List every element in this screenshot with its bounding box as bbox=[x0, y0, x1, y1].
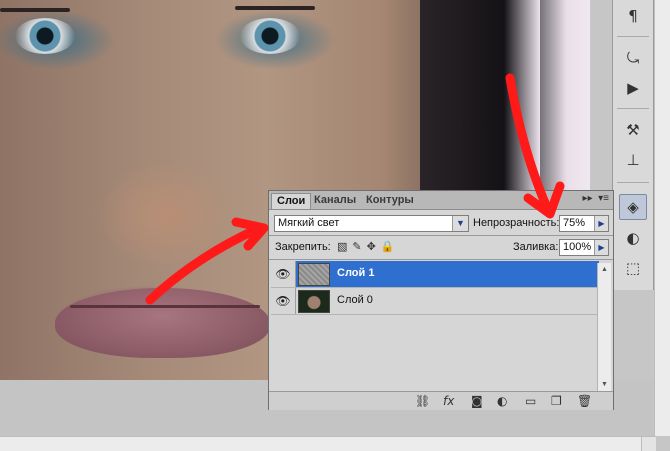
blend-mode-value: Мягкий свет bbox=[278, 217, 340, 229]
scroll-down-arrow[interactable]: ▼ bbox=[598, 378, 611, 391]
trash-icon[interactable]: 🗑 bbox=[577, 394, 592, 408]
layers-scrollbar[interactable]: ▲ ▼ bbox=[597, 263, 611, 391]
layers-panel: Слои Каналы Контуры ▸▸ ▾≡ Мягкий свет ▼ … bbox=[268, 190, 614, 410]
paths-icon[interactable]: ⬚ bbox=[619, 256, 647, 280]
opacity-label: Непрозрачность: bbox=[473, 217, 560, 229]
layer-row[interactable]: 👁 Слой 0 bbox=[271, 288, 599, 315]
lock-transparency-icon[interactable]: ▧ bbox=[337, 240, 347, 253]
history-icon[interactable]: ⤿ bbox=[619, 46, 647, 70]
vertical-scrollbar[interactable] bbox=[654, 0, 670, 436]
lips bbox=[55, 288, 270, 358]
lips-line bbox=[70, 305, 260, 308]
tab-channels[interactable]: Каналы bbox=[309, 193, 361, 209]
panel-menu-icon[interactable]: ▸▸ ▾≡ bbox=[583, 193, 609, 204]
link-icon[interactable]: ⛓ bbox=[415, 394, 430, 408]
opacity-slider-arrow[interactable]: ▶ bbox=[594, 216, 608, 231]
divider bbox=[269, 235, 613, 236]
layer-name: Слой 0 bbox=[337, 294, 373, 306]
channels-icon[interactable]: ◐ bbox=[619, 226, 647, 250]
dock-separator bbox=[617, 182, 649, 183]
fill-label: Заливка: bbox=[513, 241, 559, 253]
actions-icon[interactable]: ▶ bbox=[619, 76, 647, 100]
fill-slider-arrow[interactable]: ▶ bbox=[594, 240, 608, 255]
paragraph-icon[interactable]: ¶ bbox=[619, 4, 647, 28]
eyebrow-left bbox=[0, 8, 70, 12]
tool-presets-icon[interactable]: ⚒ bbox=[619, 118, 647, 142]
hair-region bbox=[420, 0, 540, 200]
layers-icon[interactable]: ◈ bbox=[619, 194, 647, 220]
opacity-field[interactable]: 75% ▶ bbox=[559, 215, 609, 232]
clone-source-icon[interactable]: ⊥ bbox=[619, 148, 647, 172]
layer-thumbnail bbox=[298, 263, 330, 286]
opacity-value: 75% bbox=[563, 217, 586, 229]
lock-all-icon[interactable]: 🔒 bbox=[381, 240, 395, 253]
horizontal-scrollbar[interactable] bbox=[0, 436, 656, 451]
mask-icon[interactable]: ◙ bbox=[471, 394, 483, 408]
eyebrow-right bbox=[235, 6, 315, 10]
layer-thumbnail bbox=[298, 290, 330, 313]
lock-pixels-icon[interactable]: ✎ bbox=[352, 240, 361, 253]
divider bbox=[269, 259, 613, 260]
panel-footer: ⛓ fx ◙ ◐ ▭ ❐ 🗑 bbox=[269, 391, 613, 410]
adjustment-icon[interactable]: ◐ bbox=[497, 394, 507, 408]
lock-options: ▧ ✎ ✥ 🔒 bbox=[337, 240, 395, 253]
dock-separator bbox=[617, 36, 649, 37]
scroll-right-arrow[interactable] bbox=[641, 437, 656, 451]
chevron-down-icon[interactable]: ▼ bbox=[452, 216, 468, 231]
tab-paths[interactable]: Контуры bbox=[361, 193, 419, 209]
blend-mode-select[interactable]: Мягкий свет ▼ bbox=[274, 215, 469, 232]
tab-layers[interactable]: Слои bbox=[271, 193, 312, 209]
eye-right bbox=[240, 18, 300, 54]
fx-icon[interactable]: fx bbox=[443, 394, 454, 408]
lock-label: Закрепить: bbox=[275, 241, 331, 253]
layer-name: Слой 1 bbox=[337, 267, 375, 279]
dock-separator bbox=[617, 108, 649, 109]
eye-icon[interactable]: 👁 bbox=[271, 288, 296, 314]
folder-icon[interactable]: ▭ bbox=[525, 394, 536, 408]
lock-position-icon[interactable]: ✥ bbox=[367, 240, 376, 253]
fill-field[interactable]: 100% ▶ bbox=[559, 239, 609, 256]
panel-dock: ¶ ⤿ ▶ ⚒ ⊥ ◈ ◐ ⬚ bbox=[612, 0, 654, 290]
panel-tabs: Слои Каналы Контуры ▸▸ ▾≡ bbox=[269, 191, 613, 210]
eye-left bbox=[15, 18, 75, 54]
layer-row[interactable]: 👁 Слой 1 bbox=[271, 261, 599, 288]
eye-icon[interactable]: 👁 bbox=[271, 261, 296, 287]
fill-value: 100% bbox=[563, 241, 592, 253]
layers-list: 👁 Слой 1 👁 Слой 0 bbox=[271, 261, 611, 391]
scroll-up-arrow[interactable]: ▲ bbox=[598, 263, 611, 276]
new-layer-icon[interactable]: ❐ bbox=[551, 394, 562, 408]
